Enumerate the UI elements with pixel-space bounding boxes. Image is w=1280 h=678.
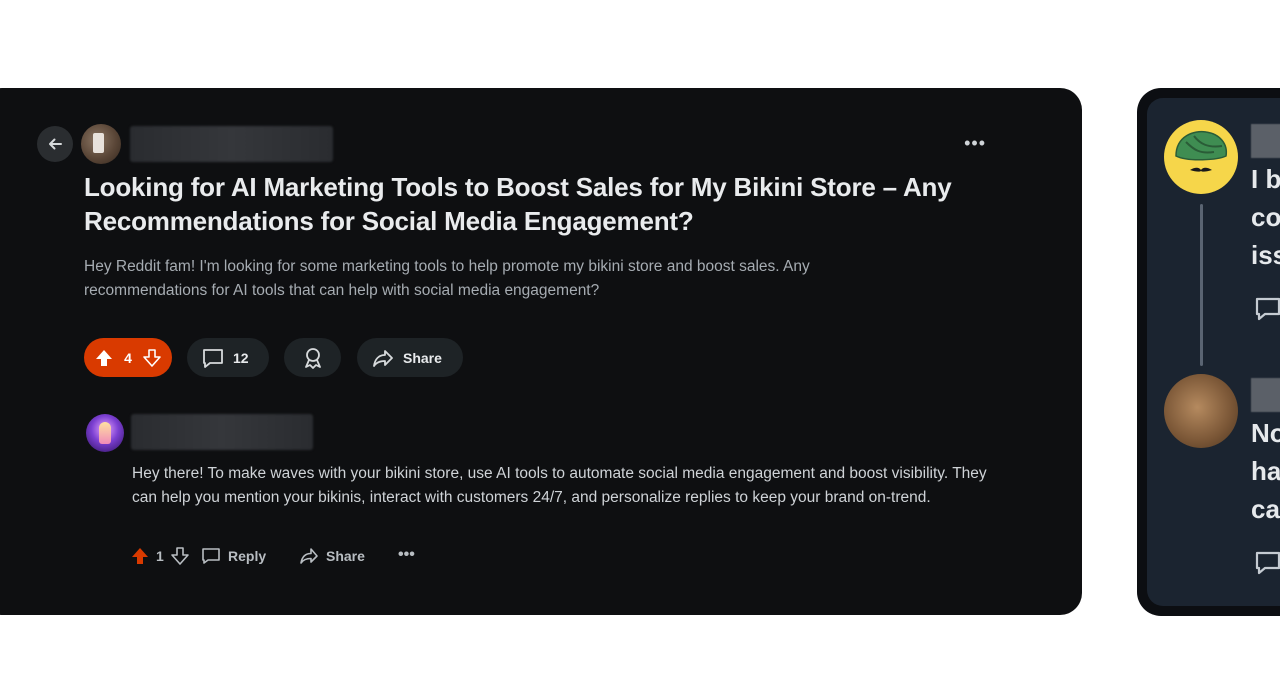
comment-upvote-icon[interactable] xyxy=(130,546,150,566)
comment-share-label: Share xyxy=(326,548,365,564)
upvote-icon[interactable] xyxy=(94,348,114,368)
author-name-redacted xyxy=(130,126,333,162)
turban-mustache-avatar-icon xyxy=(1175,130,1228,172)
post-card: ••• Looking for AI Marketing Tools to Bo… xyxy=(0,88,1082,615)
reply-button[interactable]: Reply xyxy=(200,546,266,566)
thread-line xyxy=(1200,204,1203,366)
post-body: Hey Reddit fam! I'm looking for some mar… xyxy=(84,258,810,299)
right-comment-1-line-3: iss xyxy=(1251,240,1280,270)
right-comment-2-line-3: ca xyxy=(1251,494,1280,524)
commenter-name-redacted xyxy=(131,414,313,450)
share-label: Share xyxy=(403,349,442,366)
post-vote-count: 4 xyxy=(124,349,132,366)
comment-downvote-icon[interactable] xyxy=(170,546,190,566)
secondary-card-inner: I b co iss No ha ca xyxy=(1147,98,1280,606)
right-comment-1-line-1: I b xyxy=(1251,164,1280,194)
right-comment-2-line-1: No xyxy=(1251,418,1280,448)
right-comment-1-line-2: co xyxy=(1251,202,1280,232)
comment-vote-count: 1 xyxy=(156,548,164,564)
secondary-comments-card: I b co iss No ha ca xyxy=(1137,88,1280,616)
screenshot-stage: ••• Looking for AI Marketing Tools to Bo… xyxy=(0,0,1280,678)
share-arrow-icon xyxy=(373,349,393,367)
comments-button[interactable]: 12 xyxy=(187,338,269,377)
right-comment-2-reply-icon[interactable] xyxy=(1253,548,1280,578)
right-commenter-avatar-2[interactable] xyxy=(1164,374,1238,448)
right-commenter-name-2-redacted xyxy=(1251,378,1280,412)
back-button[interactable] xyxy=(37,126,73,162)
vote-pill: 4 xyxy=(84,338,172,377)
author-avatar[interactable] xyxy=(81,124,121,164)
award-icon xyxy=(304,347,321,369)
right-commenter-avatar-1[interactable] xyxy=(1164,120,1238,194)
comment-share-icon xyxy=(300,548,318,564)
reply-label: Reply xyxy=(228,548,267,564)
comment-body: Hey there! To make waves with your bikin… xyxy=(132,465,987,506)
award-button[interactable] xyxy=(284,338,341,377)
reply-bubble-icon xyxy=(202,548,220,564)
comment-vote-group: 1 xyxy=(130,546,190,566)
downvote-icon[interactable] xyxy=(142,348,162,368)
share-button[interactable]: Share xyxy=(357,338,463,377)
post-more-options-button[interactable]: ••• xyxy=(964,134,986,152)
comment-bubble-icon xyxy=(203,348,223,368)
arrow-left-icon xyxy=(49,138,62,150)
right-commenter-name-1-redacted xyxy=(1251,124,1280,158)
commenter-avatar[interactable] xyxy=(86,414,124,452)
right-comment-2-line-2: ha xyxy=(1251,456,1280,486)
right-comment-1-reply-icon[interactable] xyxy=(1253,294,1280,324)
comment-share-button[interactable]: Share xyxy=(298,546,365,566)
post-title: Looking for AI Marketing Tools to Boost … xyxy=(84,172,952,236)
comment-count: 12 xyxy=(233,349,249,366)
comment-more-options-button[interactable]: ••• xyxy=(398,546,415,564)
